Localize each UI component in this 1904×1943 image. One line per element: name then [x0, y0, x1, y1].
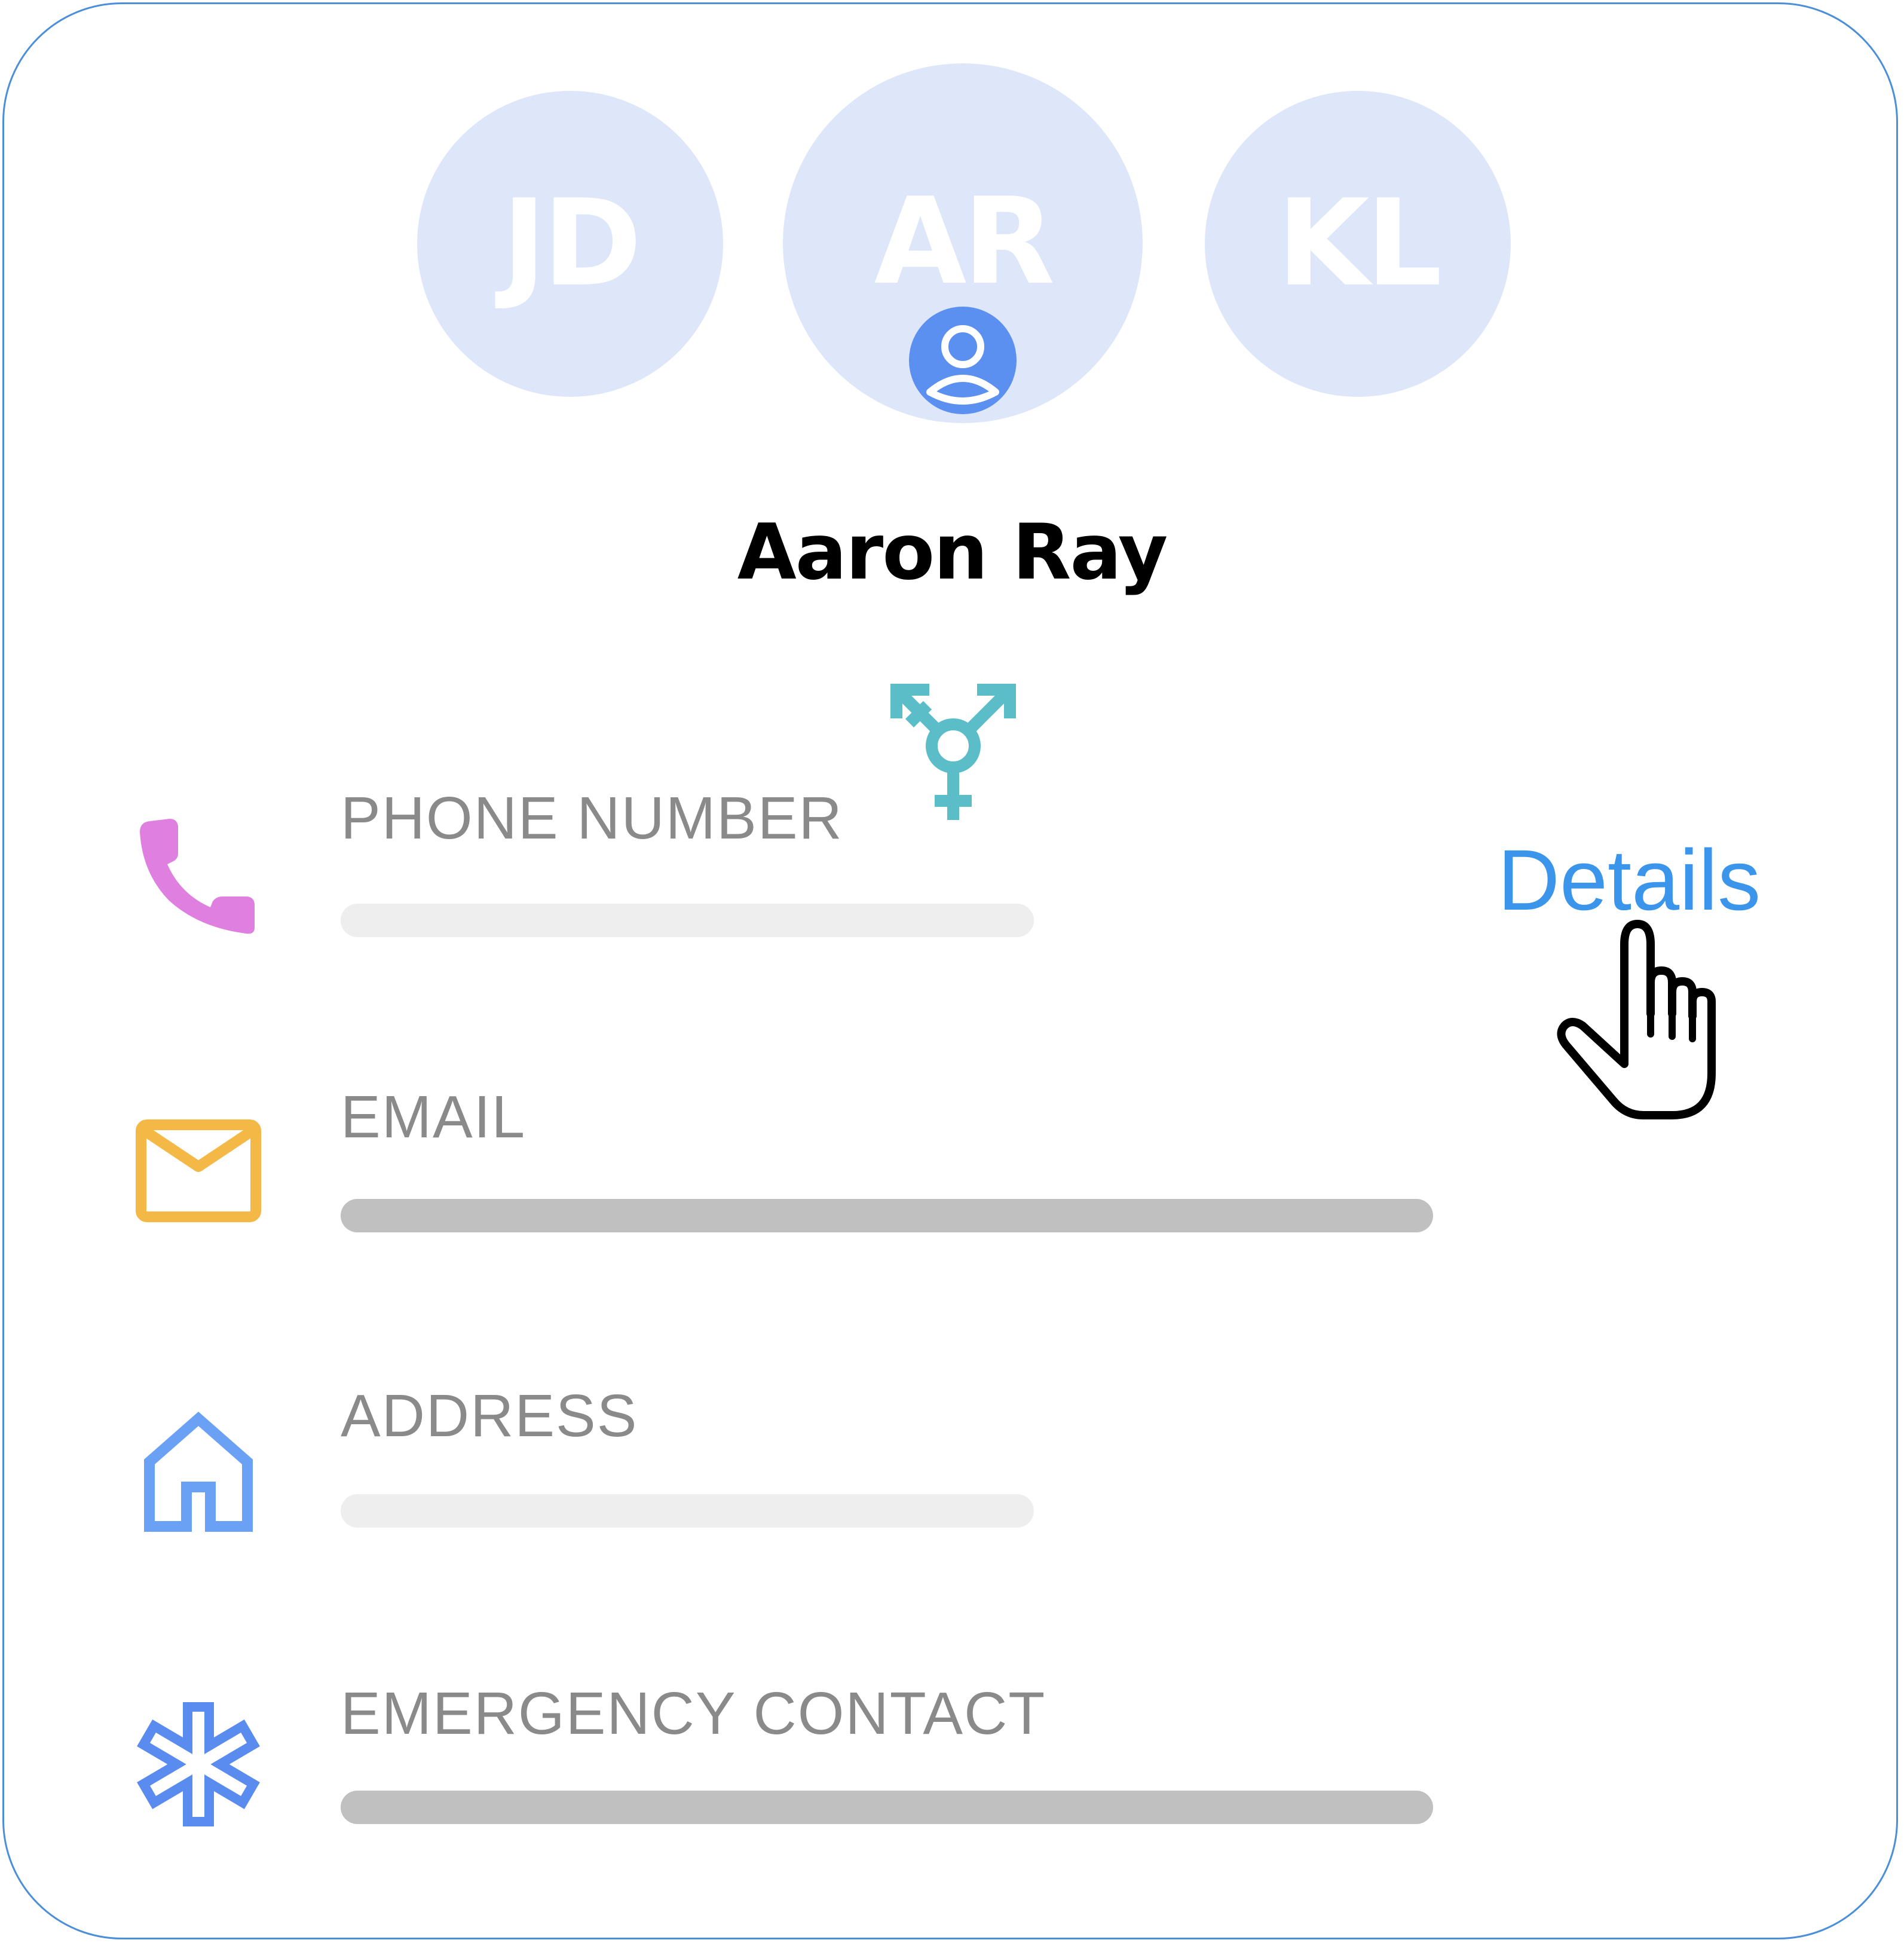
emergency-contact-label: EMERGENCY CONTACT — [341, 1680, 1046, 1747]
avatar-initials: AR — [874, 172, 1055, 311]
avatar-initials: KL — [1277, 174, 1442, 313]
phone-number-value-placeholder — [341, 904, 1034, 937]
profile-name: Aaron Ray — [737, 508, 1168, 597]
mail-icon — [136, 1119, 261, 1222]
medical-star-icon — [137, 1702, 260, 1826]
phone-number-label: PHONE NUMBER — [341, 785, 843, 852]
avatar-jd[interactable]: JD — [417, 91, 723, 397]
email-label: EMAIL — [341, 1084, 526, 1150]
emergency-contact-value-placeholder — [341, 1791, 1433, 1824]
email-value-placeholder — [341, 1199, 1433, 1232]
transgender-symbol-icon — [890, 684, 1016, 820]
avatar-kl[interactable]: KL — [1205, 91, 1511, 397]
address-value-placeholder — [341, 1494, 1034, 1528]
home-icon — [144, 1412, 253, 1532]
phone-icon — [140, 819, 255, 934]
address-label: ADDRESS — [341, 1382, 638, 1449]
user-account-icon — [909, 307, 1017, 414]
hand-pointer-icon — [1557, 920, 1716, 1119]
avatar-initials: JD — [501, 174, 642, 313]
